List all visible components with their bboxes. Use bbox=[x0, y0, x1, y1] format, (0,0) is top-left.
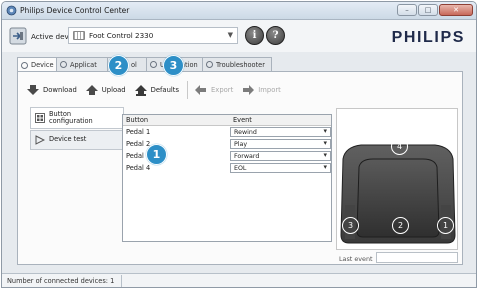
pedal-name: Pedal 2 bbox=[126, 140, 151, 148]
foot-control-preview: 4 3 2 1 bbox=[336, 108, 458, 250]
maximize-button[interactable]: □ bbox=[418, 4, 438, 16]
app-window: Philips Device Control Center – □ ✕ Acti… bbox=[1, 1, 477, 288]
device-tab-icon bbox=[21, 61, 28, 69]
last-event-label: Last event bbox=[339, 255, 373, 263]
sidebar: Button configuration Device test bbox=[30, 107, 124, 151]
window-title: Philips Device Control Center bbox=[20, 6, 130, 15]
app-icon bbox=[6, 5, 17, 16]
active-device-select[interactable]: Foot Control 2330 ▼ bbox=[68, 27, 238, 44]
upload-button[interactable]: Upload bbox=[85, 84, 126, 96]
export-icon bbox=[195, 85, 207, 95]
upload-icon bbox=[85, 85, 98, 95]
tab-device[interactable]: Device bbox=[17, 57, 57, 72]
title-bar[interactable]: Philips Device Control Center – □ ✕ bbox=[2, 2, 476, 20]
table-row: Pedal 1 Rewind bbox=[123, 126, 331, 138]
pedal-label-2: 2 bbox=[392, 217, 409, 234]
pedal-name: Pedal 3 bbox=[126, 152, 151, 160]
play-icon bbox=[35, 135, 45, 145]
pedal-label-4: 4 bbox=[391, 138, 408, 155]
minimize-button[interactable]: – bbox=[397, 4, 417, 16]
import-label: Import bbox=[258, 86, 281, 94]
device-tab-panel: Download Upload Defaults Export Import B… bbox=[17, 71, 463, 265]
column-header-event: Event bbox=[233, 116, 252, 124]
export-label: Export bbox=[211, 86, 234, 94]
device-connection-icon bbox=[9, 27, 27, 45]
toolbar-separator bbox=[187, 81, 189, 99]
application-tab-icon bbox=[60, 61, 67, 68]
sidebar-item-label: Device test bbox=[49, 135, 87, 144]
active-device-value: Foot Control 2330 bbox=[89, 31, 154, 40]
toolbar: Download Upload Defaults Export Import bbox=[18, 78, 289, 102]
brand-logo: PHILIPS bbox=[391, 29, 465, 46]
sidebar-item-button-configuration[interactable]: Button configuration bbox=[30, 107, 124, 129]
download-label: Download bbox=[43, 86, 77, 94]
header-bar: Active device: Foot Control 2330 ▼ i ? P… bbox=[2, 20, 476, 52]
button-config-icon bbox=[35, 113, 45, 123]
tab-label: Troubleshooter bbox=[216, 60, 265, 69]
connected-devices-status: Number of connected devices: 1 bbox=[7, 277, 115, 285]
defaults-icon bbox=[134, 85, 147, 96]
status-separator bbox=[121, 275, 122, 287]
pedal-label-1: 1 bbox=[437, 217, 454, 234]
event-dropdown[interactable]: EOL bbox=[230, 163, 331, 173]
sidebar-item-label: Button configuration bbox=[49, 109, 93, 125]
defaults-button[interactable]: Defaults bbox=[134, 84, 179, 96]
callout-1-badge: 1 bbox=[146, 144, 167, 165]
window-controls: – □ ✕ bbox=[397, 4, 473, 16]
pedal-label-3: 3 bbox=[342, 217, 359, 234]
column-header-button: Button bbox=[126, 116, 149, 124]
pedal-name: Pedal 1 bbox=[126, 128, 151, 136]
troubleshooter-tab-icon bbox=[206, 61, 213, 68]
download-icon bbox=[27, 85, 39, 95]
import-button[interactable]: Import bbox=[241, 84, 281, 96]
defaults-label: Defaults bbox=[150, 86, 180, 94]
info-button[interactable]: i bbox=[245, 26, 264, 45]
main-tabs: Device Applicat ol U ation Troubleshoote… bbox=[17, 57, 272, 72]
callout-3-badge: 3 bbox=[163, 55, 184, 76]
tab-label: Applicat bbox=[70, 60, 97, 69]
help-button[interactable]: ? bbox=[266, 26, 285, 45]
tab-label: ol bbox=[131, 60, 137, 69]
export-button[interactable]: Export bbox=[194, 84, 233, 96]
close-button[interactable]: ✕ bbox=[439, 4, 473, 16]
pedal-name: Pedal 4 bbox=[126, 164, 151, 172]
upload-label: Upload bbox=[101, 86, 126, 94]
foot-control-icon bbox=[73, 31, 85, 40]
button-event-grid: Button Event Pedal 1 Rewind Pedal 2 Play… bbox=[122, 114, 332, 242]
sidebar-item-device-test[interactable]: Device test bbox=[30, 130, 124, 150]
event-dropdown[interactable]: Rewind bbox=[230, 127, 331, 137]
chevron-down-icon: ▼ bbox=[227, 31, 233, 39]
download-button[interactable]: Download bbox=[26, 84, 77, 96]
tab-troubleshooter[interactable]: Troubleshooter bbox=[202, 57, 272, 71]
tab-application[interactable]: Applicat bbox=[56, 57, 108, 71]
event-dropdown[interactable]: Play bbox=[230, 139, 331, 149]
grid-header: Button Event bbox=[123, 115, 331, 126]
import-icon bbox=[243, 85, 255, 95]
event-dropdown[interactable]: Forward bbox=[230, 151, 331, 161]
tab-label: Device bbox=[31, 61, 54, 69]
last-event-field bbox=[376, 252, 458, 263]
callout-2-badge: 2 bbox=[108, 55, 129, 76]
status-bar: Number of connected devices: 1 bbox=[2, 273, 476, 287]
update-tab-icon bbox=[150, 61, 157, 68]
